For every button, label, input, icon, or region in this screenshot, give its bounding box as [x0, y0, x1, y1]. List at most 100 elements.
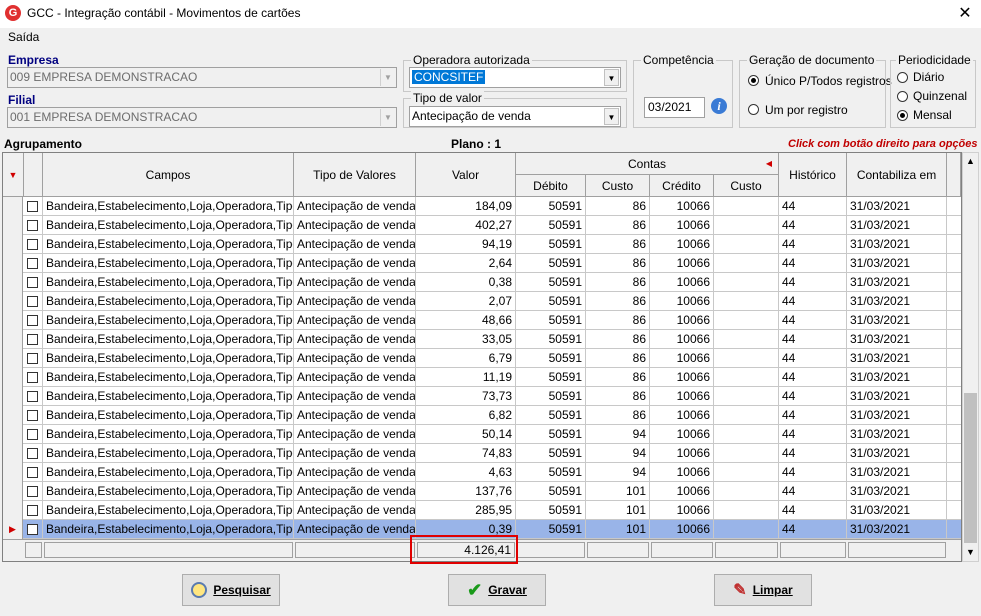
cell-custo1[interactable]: 94	[586, 425, 650, 444]
cell-tipo[interactable]: Antecipação de venda	[294, 216, 416, 235]
cell-valor[interactable]: 402,27	[416, 216, 516, 235]
row-checkbox[interactable]	[27, 410, 38, 421]
cell-tipo[interactable]: Antecipação de venda	[294, 197, 416, 216]
cell-tipo[interactable]: Antecipação de venda	[294, 444, 416, 463]
empresa-combo[interactable]: 009 EMPRESA DEMONSTRACAO ▼	[7, 67, 397, 88]
cell-historico[interactable]: 44	[779, 197, 847, 216]
cell-credito[interactable]: 10066	[650, 520, 714, 539]
table-row[interactable]: Bandeira,Estabelecimento,Loja,Operadora,…	[3, 292, 961, 311]
table-row[interactable]: Bandeira,Estabelecimento,Loja,Operadora,…	[3, 482, 961, 501]
table-row[interactable]: Bandeira,Estabelecimento,Loja,Operadora,…	[3, 425, 961, 444]
cell-valor[interactable]: 6,82	[416, 406, 516, 425]
row-checkbox[interactable]	[27, 220, 38, 231]
cell-debito[interactable]: 50591	[516, 235, 586, 254]
cell-tipo[interactable]: Antecipação de venda	[294, 311, 416, 330]
cell-campos[interactable]: Bandeira,Estabelecimento,Loja,Operadora,…	[43, 368, 294, 387]
cell-custo1[interactable]: 86	[586, 254, 650, 273]
cell-debito[interactable]: 50591	[516, 520, 586, 539]
cell-tipo[interactable]: Antecipação de venda	[294, 368, 416, 387]
cell-campos[interactable]: Bandeira,Estabelecimento,Loja,Operadora,…	[43, 520, 294, 539]
cell-campos[interactable]: Bandeira,Estabelecimento,Loja,Operadora,…	[43, 406, 294, 425]
row-checkbox[interactable]	[27, 372, 38, 383]
cell-tipo[interactable]: Antecipação de venda	[294, 482, 416, 501]
cell-valor[interactable]: 33,05	[416, 330, 516, 349]
header-tipo-valores[interactable]: Tipo de Valores	[294, 153, 416, 197]
periodicidade-mensal-radio[interactable]	[897, 110, 908, 121]
table-row[interactable]: Bandeira,Estabelecimento,Loja,Operadora,…	[3, 387, 961, 406]
sort-arrow-icon[interactable]: ▼	[3, 153, 24, 197]
cell-custo2[interactable]	[714, 463, 779, 482]
cell-custo1[interactable]: 86	[586, 387, 650, 406]
cell-historico[interactable]: 44	[779, 444, 847, 463]
cell-custo1[interactable]: 94	[586, 463, 650, 482]
table-row[interactable]: Bandeira,Estabelecimento,Loja,Operadora,…	[3, 444, 961, 463]
cell-valor[interactable]: 2,07	[416, 292, 516, 311]
table-row[interactable]: Bandeira,Estabelecimento,Loja,Operadora,…	[3, 235, 961, 254]
cell-tipo[interactable]: Antecipação de venda	[294, 330, 416, 349]
row-checkbox[interactable]	[27, 315, 38, 326]
cell-custo1[interactable]: 86	[586, 273, 650, 292]
cell-debito[interactable]: 50591	[516, 197, 586, 216]
cell-historico[interactable]: 44	[779, 520, 847, 539]
cell-contabiliza[interactable]: 31/03/2021	[847, 216, 947, 235]
cell-tipo[interactable]: Antecipação de venda	[294, 349, 416, 368]
cell-debito[interactable]: 50591	[516, 406, 586, 425]
cell-historico[interactable]: 44	[779, 292, 847, 311]
cell-custo2[interactable]	[714, 387, 779, 406]
cell-custo2[interactable]	[714, 425, 779, 444]
cell-custo2[interactable]	[714, 311, 779, 330]
cell-custo1[interactable]: 94	[586, 444, 650, 463]
header-historico[interactable]: Histórico	[779, 153, 847, 197]
cell-credito[interactable]: 10066	[650, 273, 714, 292]
row-checkbox[interactable]	[27, 239, 38, 250]
chevron-down-icon[interactable]: ▼	[604, 69, 619, 86]
cell-campos[interactable]: Bandeira,Estabelecimento,Loja,Operadora,…	[43, 216, 294, 235]
cell-debito[interactable]: 50591	[516, 444, 586, 463]
cell-historico[interactable]: 44	[779, 425, 847, 444]
cell-custo2[interactable]	[714, 406, 779, 425]
cell-tipo[interactable]: Antecipação de venda	[294, 501, 416, 520]
table-row[interactable]: Bandeira,Estabelecimento,Loja,Operadora,…	[3, 330, 961, 349]
table-row[interactable]: Bandeira,Estabelecimento,Loja,Operadora,…	[3, 349, 961, 368]
cell-tipo[interactable]: Antecipação de venda	[294, 406, 416, 425]
table-row[interactable]: Bandeira,Estabelecimento,Loja,Operadora,…	[3, 311, 961, 330]
cell-debito[interactable]: 50591	[516, 330, 586, 349]
cell-campos[interactable]: Bandeira,Estabelecimento,Loja,Operadora,…	[43, 254, 294, 273]
header-contabiliza[interactable]: Contabiliza em	[847, 153, 947, 197]
cell-contabiliza[interactable]: 31/03/2021	[847, 235, 947, 254]
cell-valor[interactable]: 73,73	[416, 387, 516, 406]
row-checkbox[interactable]	[27, 334, 38, 345]
cell-tipo[interactable]: Antecipação de venda	[294, 387, 416, 406]
row-checkbox[interactable]	[27, 353, 38, 364]
cell-campos[interactable]: Bandeira,Estabelecimento,Loja,Operadora,…	[43, 501, 294, 520]
cell-tipo[interactable]: Antecipação de venda	[294, 273, 416, 292]
cell-credito[interactable]: 10066	[650, 292, 714, 311]
cell-tipo[interactable]: Antecipação de venda	[294, 254, 416, 273]
cell-contabiliza[interactable]: 31/03/2021	[847, 501, 947, 520]
cell-contabiliza[interactable]: 31/03/2021	[847, 330, 947, 349]
row-checkbox[interactable]	[27, 391, 38, 402]
chevron-down-icon[interactable]: ▼	[380, 69, 395, 86]
row-checkbox[interactable]	[27, 505, 38, 516]
cell-valor[interactable]: 48,66	[416, 311, 516, 330]
table-row[interactable]: Bandeira,Estabelecimento,Loja,Operadora,…	[3, 368, 961, 387]
cell-contabiliza[interactable]: 31/03/2021	[847, 482, 947, 501]
cell-contabiliza[interactable]: 31/03/2021	[847, 349, 947, 368]
cell-credito[interactable]: 10066	[650, 406, 714, 425]
cell-valor[interactable]: 94,19	[416, 235, 516, 254]
row-checkbox[interactable]	[27, 296, 38, 307]
cell-custo2[interactable]	[714, 254, 779, 273]
cell-historico[interactable]: 44	[779, 330, 847, 349]
cell-historico[interactable]: 44	[779, 368, 847, 387]
vertical-scrollbar[interactable]: ▲ ▼	[962, 152, 979, 562]
cell-tipo[interactable]: Antecipação de venda	[294, 463, 416, 482]
data-grid[interactable]: ▼ Campos Tipo de Valores Valor Contas ◀ …	[2, 152, 962, 562]
cell-credito[interactable]: 10066	[650, 349, 714, 368]
cell-credito[interactable]: 10066	[650, 482, 714, 501]
geracao-unico-radio[interactable]	[748, 75, 759, 86]
header-custo-credito[interactable]: Custo	[714, 175, 779, 197]
cell-valor[interactable]: 6,79	[416, 349, 516, 368]
cell-custo1[interactable]: 86	[586, 349, 650, 368]
cell-debito[interactable]: 50591	[516, 463, 586, 482]
header-contas[interactable]: Contas ◀	[516, 153, 779, 175]
